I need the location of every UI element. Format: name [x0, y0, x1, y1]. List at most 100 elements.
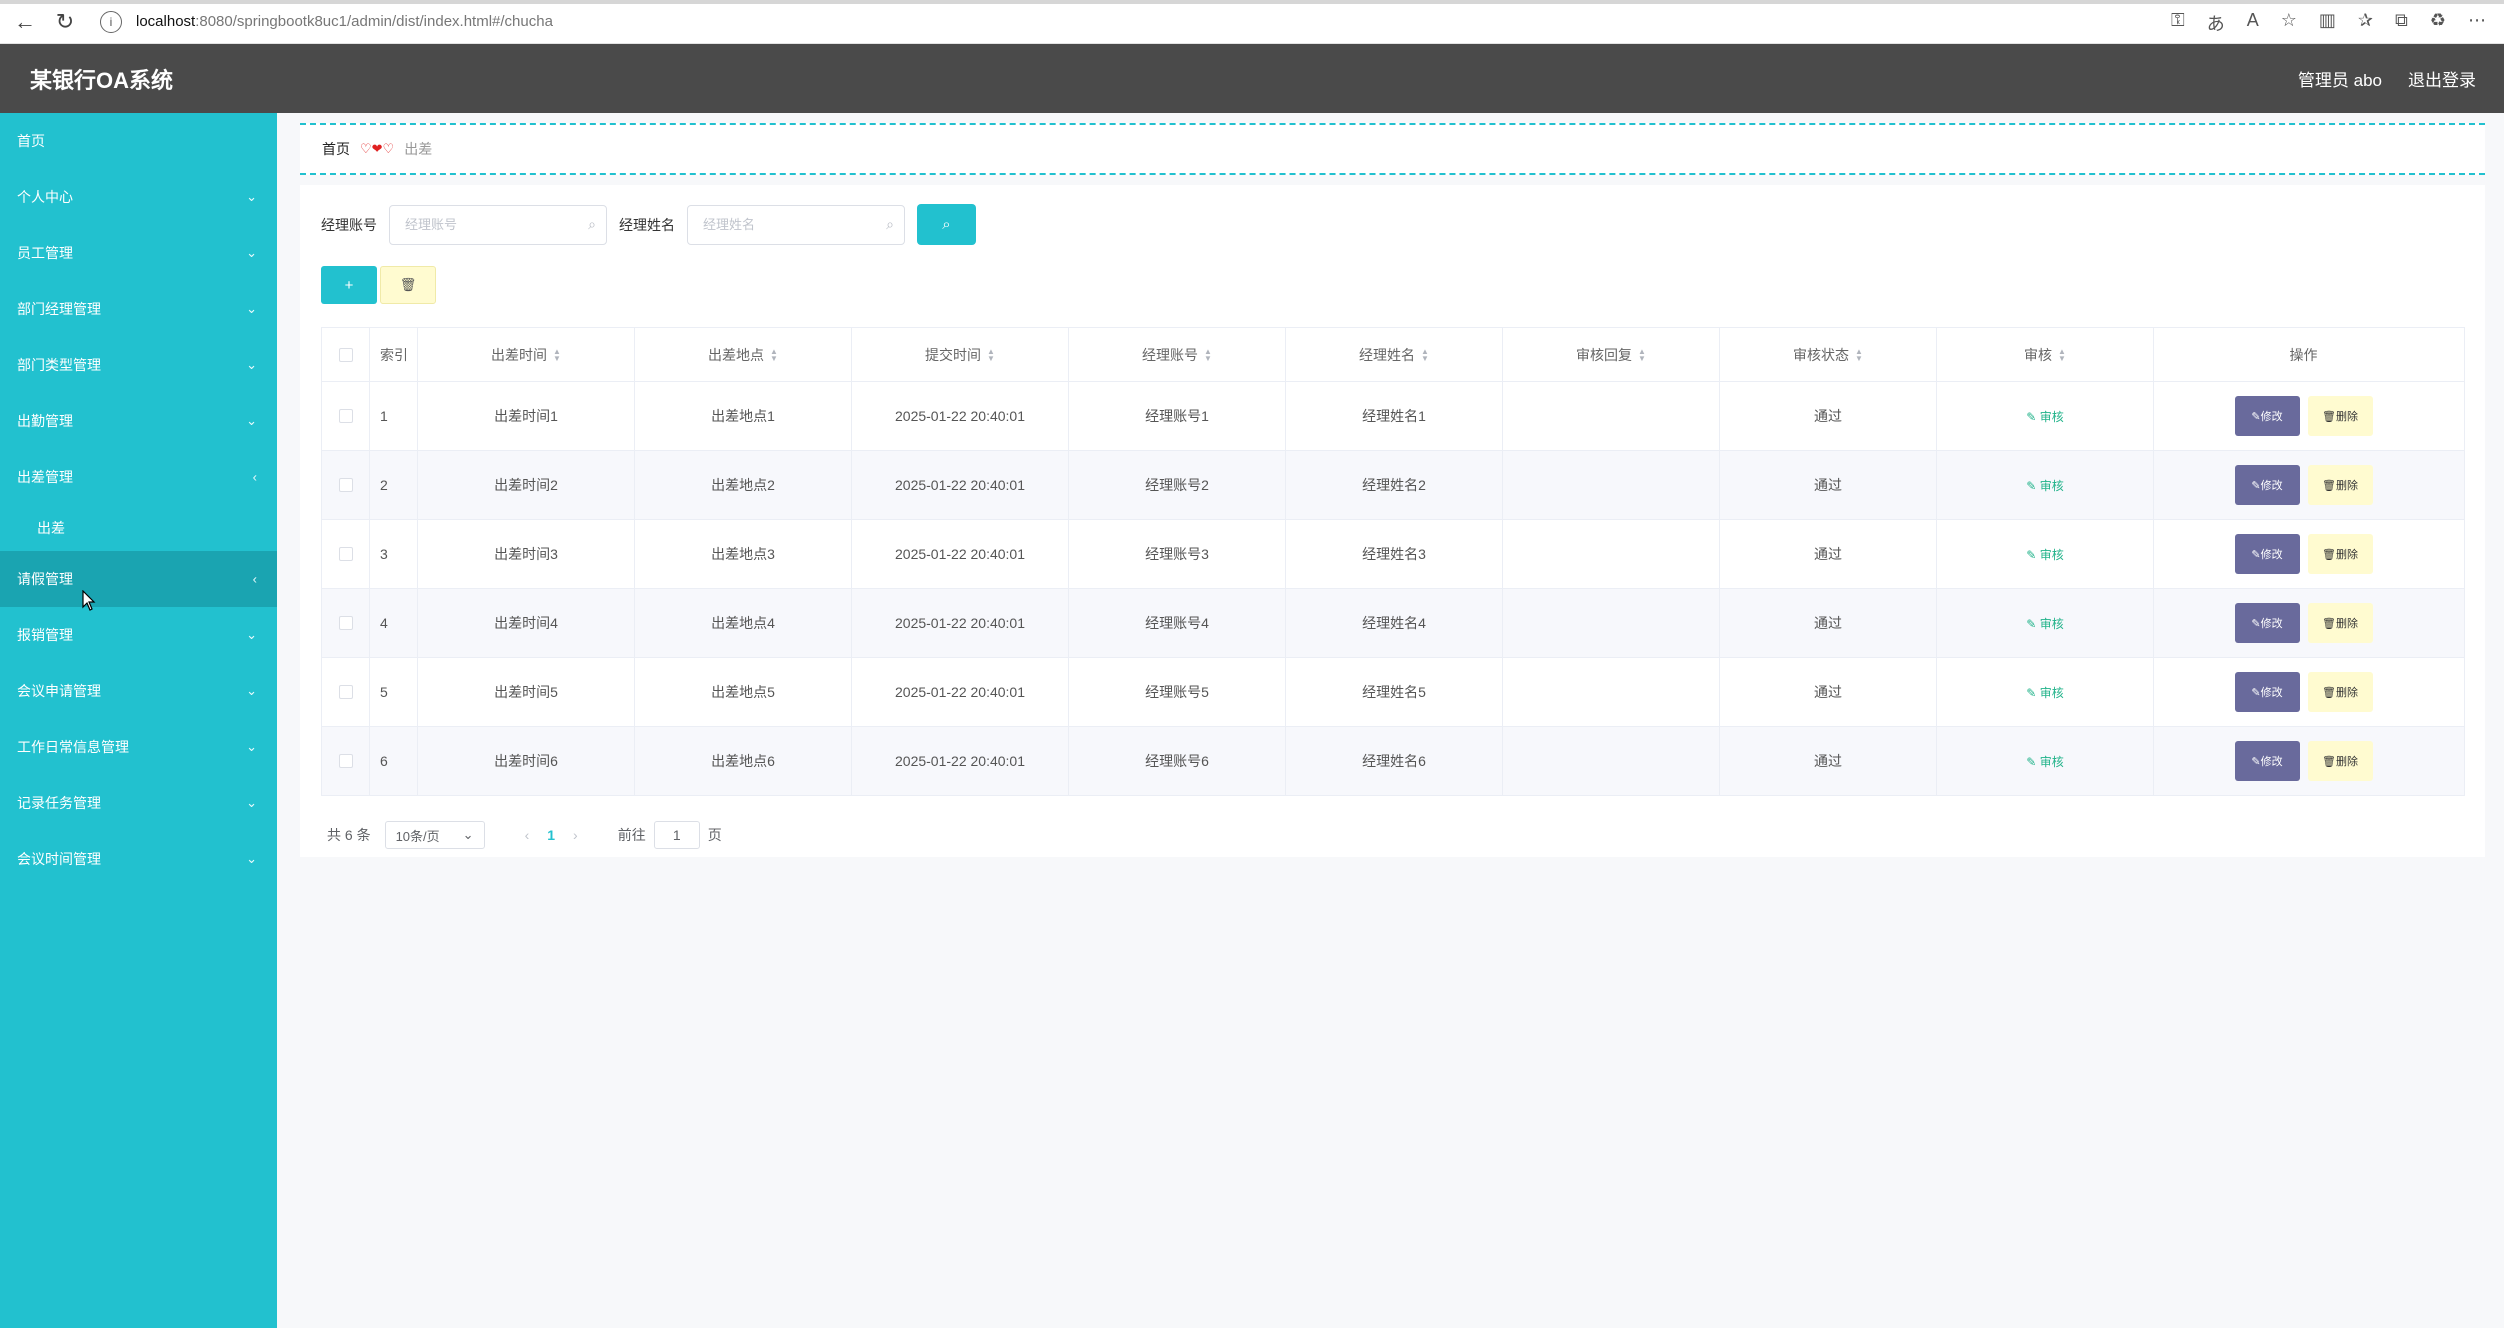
- edit-button[interactable]: ✎ 修改: [2234, 534, 2300, 574]
- sidebar-subitem-trip[interactable]: 出差: [0, 505, 277, 551]
- table-row: 4 出差时间4 出差地点4 2025-01-22 20:40:01 经理账号4 经理姓名4…: [322, 589, 2464, 658]
- next-page-icon[interactable]: ›: [573, 827, 578, 843]
- sidebar-item-label: 请假管理: [17, 571, 73, 587]
- sort-icon[interactable]: ▲ ▼: [2058, 347, 2066, 362]
- cell-manager-name: 经理姓名1: [1286, 382, 1503, 450]
- column-header-trip-place[interactable]: 出差地点 ▲ ▼: [635, 328, 852, 381]
- page-number[interactable]: 1: [547, 827, 555, 843]
- edit-button[interactable]: ✎ 修改: [2234, 672, 2300, 712]
- edit-button[interactable]: ✎ 修改: [2234, 741, 2300, 781]
- page-size-select[interactable]: 10条/页 ⌄: [384, 821, 485, 849]
- read-aloud-icon[interactable]: A: [2247, 10, 2259, 36]
- sort-icon[interactable]: ▲ ▼: [1855, 347, 1863, 362]
- batch-delete-button[interactable]: 🗑: [380, 266, 436, 304]
- sidebar-item-daily-work[interactable]: 工作日常信息管理 ⌄: [0, 719, 277, 775]
- sort-icon[interactable]: ▲ ▼: [553, 347, 561, 362]
- search-button[interactable]: ⌕: [917, 204, 976, 245]
- logout-link[interactable]: 退出登录: [2408, 66, 2476, 91]
- favorites-icon[interactable]: ✰: [2358, 10, 2373, 36]
- sidebar-item-dept-types[interactable]: 部门类型管理 ⌄: [0, 337, 277, 393]
- sort-icon[interactable]: ▲ ▼: [770, 347, 778, 362]
- url-host: localhost: [136, 13, 196, 30]
- sort-icon[interactable]: ▲ ▼: [1421, 347, 1429, 362]
- edit-button[interactable]: ✎ 修改: [2234, 396, 2300, 436]
- column-header-audit-reply[interactable]: 审核回复 ▲ ▼: [1503, 328, 1720, 381]
- column-header-audit[interactable]: 审核 ▲ ▼: [1937, 328, 2154, 381]
- cell-submit-time: 2025-01-22 20:40:01: [852, 589, 1069, 657]
- table-row: 3 出差时间3 出差地点3 2025-01-22 20:40:01 经理账号3 经理姓名3…: [322, 520, 2464, 589]
- sidebar-item-label: 会议申请管理: [17, 683, 101, 699]
- delete-button[interactable]: 🗑 删除: [2307, 603, 2373, 643]
- account-search-field[interactable]: ⌕: [389, 204, 607, 245]
- pagination: 共 6 条 10条/页 ⌄ ‹ 1 › 前往 1 页: [327, 821, 722, 849]
- sidebar-item-personal-center[interactable]: 个人中心 ⌄: [0, 169, 277, 225]
- column-header-manager-account[interactable]: 经理账号 ▲ ▼: [1069, 328, 1286, 381]
- edit-pen-icon: ✎: [2026, 616, 2040, 631]
- delete-button[interactable]: 🗑 删除: [2307, 465, 2373, 505]
- sort-icon[interactable]: ▲ ▼: [987, 347, 995, 362]
- address-bar[interactable]: i localhost:8080/springbootk8uc1/admin/d…: [100, 7, 2150, 37]
- edit-pen-icon: ✎: [2026, 754, 2040, 769]
- delete-button[interactable]: 🗑 删除: [2307, 534, 2373, 574]
- add-button[interactable]: +: [321, 266, 377, 304]
- sidebar-item-task-records[interactable]: 记录任务管理 ⌄: [0, 775, 277, 831]
- cell-audit: ✎ 审核: [1937, 520, 2154, 588]
- select-all-checkbox[interactable]: [338, 347, 353, 362]
- goto-prefix: 前往: [617, 827, 646, 843]
- sidebar-item-meeting-times[interactable]: 会议时间管理 ⌄: [0, 831, 277, 887]
- favorite-star-icon[interactable]: ☆: [2281, 10, 2297, 36]
- audit-link[interactable]: ✎ 审核: [2026, 684, 2063, 701]
- breadcrumb-home[interactable]: 首页: [322, 139, 350, 159]
- column-header-manager-name[interactable]: 经理姓名 ▲ ▼: [1286, 328, 1503, 381]
- delete-button[interactable]: 🗑 删除: [2307, 741, 2373, 781]
- edit-button[interactable]: ✎ 修改: [2234, 603, 2300, 643]
- collections-icon[interactable]: ⧉: [2395, 10, 2408, 36]
- row-select-cell: [322, 520, 370, 588]
- sort-icon[interactable]: ▲ ▼: [1638, 347, 1646, 362]
- sidebar-item-employees[interactable]: 员工管理 ⌄: [0, 225, 277, 281]
- extensions-icon[interactable]: ♻: [2430, 10, 2446, 36]
- row-checkbox[interactable]: [338, 754, 353, 768]
- sidebar-item-attendance[interactable]: 出勤管理 ⌄: [0, 393, 277, 449]
- row-select-cell: [322, 451, 370, 519]
- audit-link[interactable]: ✎ 审核: [2026, 753, 2063, 770]
- sidebar-item-reimbursement[interactable]: 报销管理 ⌄: [0, 607, 277, 663]
- row-checkbox[interactable]: [338, 685, 353, 699]
- audit-link[interactable]: ✎ 审核: [2026, 546, 2063, 563]
- sidebar-item-meeting-requests[interactable]: 会议申请管理 ⌄: [0, 663, 277, 719]
- prev-page-icon[interactable]: ‹: [525, 827, 530, 843]
- delete-button[interactable]: 🗑 删除: [2307, 396, 2373, 436]
- audit-link[interactable]: ✎ 审核: [2026, 477, 2063, 494]
- edit-button[interactable]: ✎ 修改: [2234, 465, 2300, 505]
- goto-page-input[interactable]: 1: [653, 821, 700, 849]
- split-screen-icon[interactable]: ▥: [2319, 10, 2336, 36]
- row-checkbox[interactable]: [338, 616, 353, 630]
- more-icon[interactable]: ⋯: [2468, 10, 2486, 36]
- column-header-submit-time[interactable]: 提交时间 ▲ ▼: [852, 328, 1069, 381]
- key-icon[interactable]: ⚿: [2171, 10, 2185, 36]
- row-checkbox[interactable]: [338, 409, 353, 423]
- row-select-cell: [322, 727, 370, 795]
- delete-button[interactable]: 🗑 删除: [2307, 672, 2373, 712]
- back-icon[interactable]: ←: [10, 7, 40, 37]
- sidebar-item-label: 个人中心: [17, 189, 73, 205]
- audit-link[interactable]: ✎ 审核: [2026, 408, 2063, 425]
- sidebar-item-leave[interactable]: 请假管理 ‹: [0, 551, 277, 607]
- name-search-field[interactable]: ⌕: [687, 204, 905, 245]
- sidebar-item-business-trip[interactable]: 出差管理 ‹: [0, 449, 277, 505]
- mouse-cursor-icon: [82, 590, 96, 611]
- sort-icon[interactable]: ▲ ▼: [1204, 347, 1212, 362]
- sidebar-item-dept-managers[interactable]: 部门经理管理 ⌄: [0, 281, 277, 337]
- site-info-icon[interactable]: i: [100, 10, 122, 33]
- column-header-audit-status[interactable]: 审核状态 ▲ ▼: [1720, 328, 1937, 381]
- audit-link[interactable]: ✎ 审核: [2026, 615, 2063, 632]
- row-checkbox[interactable]: [338, 547, 353, 561]
- column-header-trip-time[interactable]: 出差时间 ▲ ▼: [418, 328, 635, 381]
- row-checkbox[interactable]: [338, 478, 353, 492]
- name-search-input[interactable]: [703, 217, 863, 232]
- sidebar-item-home[interactable]: 首页: [0, 113, 277, 169]
- translate-icon[interactable]: あ: [2207, 10, 2225, 36]
- column-header-label: 提交时间: [925, 346, 982, 363]
- reload-icon[interactable]: ↻: [50, 7, 80, 37]
- account-search-input[interactable]: [405, 217, 565, 232]
